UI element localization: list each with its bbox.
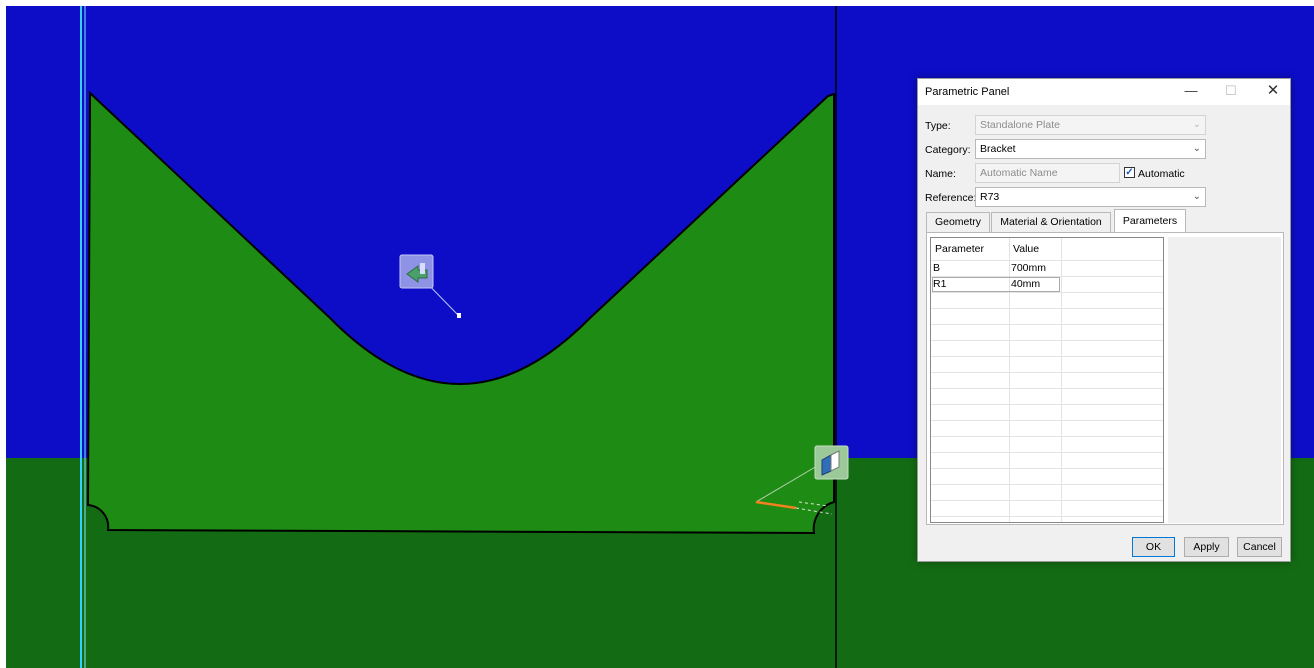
- dialog-title: Parametric Panel: [925, 86, 1010, 98]
- automatic-checkbox[interactable]: ✓: [1124, 167, 1135, 178]
- gizmo-anchor-point: [457, 313, 461, 318]
- type-select: Standalone Plate ⌄: [975, 115, 1206, 135]
- category-value: Bracket: [980, 143, 1016, 155]
- maximize-button[interactable]: ☐: [1214, 79, 1248, 105]
- ok-button[interactable]: OK: [1132, 537, 1175, 557]
- chevron-down-icon: ⌄: [1192, 191, 1201, 202]
- name-placeholder: Automatic Name: [980, 167, 1058, 179]
- close-button[interactable]: ✕: [1256, 79, 1290, 105]
- plate-gizmo-icon[interactable]: [399, 254, 434, 289]
- reference-select[interactable]: R73 ⌄: [975, 187, 1206, 207]
- parameters-tab-page: Parameter Value B 700mm R1 40mm: [926, 232, 1284, 525]
- tab-geometry[interactable]: Geometry: [926, 212, 990, 232]
- table-cell-parameter[interactable]: B: [933, 262, 940, 274]
- category-select[interactable]: Bracket ⌄: [975, 139, 1206, 159]
- view-cube-icon[interactable]: [814, 445, 849, 480]
- column-header-value[interactable]: Value: [1013, 243, 1039, 255]
- tab-parameters[interactable]: Parameters: [1114, 209, 1186, 233]
- name-label: Name:: [925, 168, 956, 180]
- column-header-parameter[interactable]: Parameter: [935, 243, 984, 255]
- table-cell-value[interactable]: 700mm: [1011, 262, 1046, 274]
- automatic-label: Automatic: [1138, 168, 1185, 180]
- parameter-detail-pane: [1168, 237, 1281, 523]
- name-input: Automatic Name: [975, 163, 1120, 183]
- parameters-table[interactable]: Parameter Value B 700mm R1 40mm: [930, 237, 1164, 523]
- table-cell-value[interactable]: 40mm: [1011, 278, 1040, 290]
- category-label: Category:: [925, 144, 971, 156]
- reference-value: R73: [980, 191, 1000, 203]
- tab-material-orientation[interactable]: Material & Orientation: [991, 212, 1111, 232]
- chevron-down-icon: ⌄: [1192, 119, 1201, 130]
- chevron-down-icon: ⌄: [1192, 143, 1201, 154]
- table-gridlines: [931, 238, 1163, 522]
- parametric-panel-dialog: Parametric Panel — ☐ ✕ Type: Standalone …: [917, 78, 1291, 562]
- minimize-button[interactable]: —: [1174, 79, 1208, 105]
- cancel-button[interactable]: Cancel: [1237, 537, 1282, 557]
- apply-button[interactable]: Apply: [1184, 537, 1229, 557]
- type-value: Standalone Plate: [980, 119, 1060, 131]
- table-cell-parameter[interactable]: R1: [933, 278, 946, 290]
- title-bar[interactable]: Parametric Panel — ☐ ✕: [918, 79, 1290, 105]
- type-label: Type:: [925, 120, 951, 132]
- reference-label: Reference:: [925, 192, 977, 204]
